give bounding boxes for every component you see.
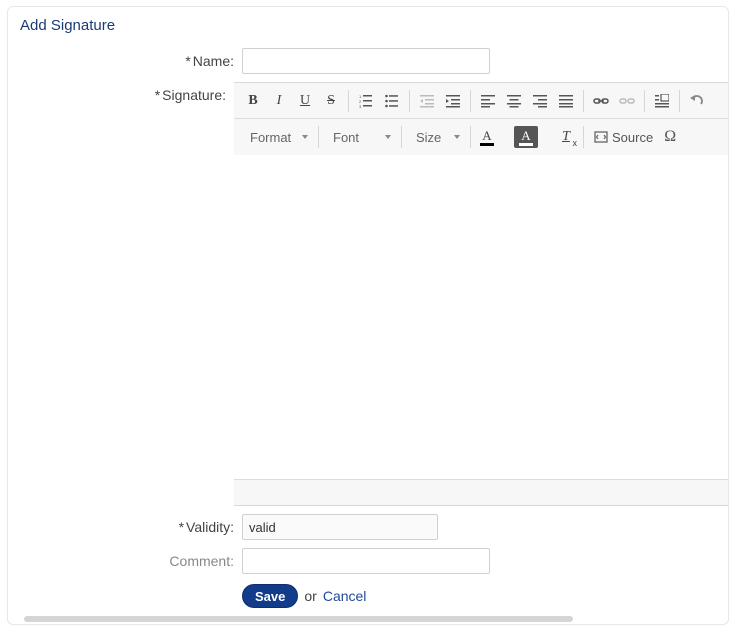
italic-button[interactable]: I <box>266 88 292 114</box>
align-right-icon <box>533 94 547 108</box>
row-name: *Name: <box>8 48 728 74</box>
save-button[interactable]: Save <box>242 584 298 608</box>
align-center-button[interactable] <box>501 88 527 114</box>
validity-input[interactable] <box>242 514 438 540</box>
separator <box>679 90 680 112</box>
size-combo[interactable]: Size <box>406 124 466 150</box>
row-comment: Comment: <box>8 548 728 574</box>
format-combo-label: Format <box>250 130 291 145</box>
strike-button[interactable]: S <box>318 88 344 114</box>
bg-color-button[interactable]: A <box>514 126 541 148</box>
align-justify-button[interactable] <box>553 88 579 114</box>
remove-format-x: x <box>573 138 578 148</box>
name-input[interactable] <box>242 48 490 74</box>
svg-text:3: 3 <box>359 104 362 108</box>
row-actions: Save or Cancel <box>8 582 728 608</box>
separator <box>583 126 584 148</box>
link-button[interactable] <box>588 88 614 114</box>
unlink-button[interactable] <box>614 88 640 114</box>
label-name-text: Name: <box>193 53 234 69</box>
required-mark: * <box>155 87 160 103</box>
label-validity: *Validity: <box>8 514 242 535</box>
horizontal-scrollbar[interactable] <box>16 616 720 624</box>
caret-down-icon <box>454 135 460 139</box>
cancel-link[interactable]: Cancel <box>323 588 367 604</box>
separator <box>583 90 584 112</box>
rich-text-editor: B I U S 123 <box>234 82 728 506</box>
label-name: *Name: <box>8 48 242 69</box>
bold-button[interactable]: B <box>240 88 266 114</box>
undo-button[interactable] <box>684 88 710 114</box>
indent-button[interactable] <box>440 88 466 114</box>
undo-icon <box>689 94 705 108</box>
align-right-button[interactable] <box>527 88 553 114</box>
separator <box>470 126 471 148</box>
outdent-button[interactable] <box>414 88 440 114</box>
caret-down-icon <box>302 135 308 139</box>
label-comment: Comment: <box>8 548 242 569</box>
text-color-icon: A <box>482 129 491 142</box>
unlink-icon <box>619 94 635 108</box>
separator <box>409 90 410 112</box>
editor-toolbar-row-2: Format Font Size <box>234 119 728 155</box>
align-center-icon <box>507 94 521 108</box>
align-left-icon <box>481 94 495 108</box>
editor-toolbar-row-1: B I U S 123 <box>234 83 728 119</box>
source-button[interactable]: Source <box>588 124 659 150</box>
editor-footer <box>234 479 728 505</box>
scrollbar-thumb[interactable] <box>24 616 573 622</box>
source-icon <box>594 130 608 144</box>
size-combo-label: Size <box>416 130 441 145</box>
ordered-list-button[interactable]: 123 <box>353 88 379 114</box>
row-signature: *Signature: B I U S 123 <box>8 82 728 506</box>
image-button[interactable] <box>649 88 675 114</box>
unordered-list-button[interactable] <box>379 88 405 114</box>
font-combo[interactable]: Font <box>323 124 397 150</box>
bg-color-icon: A <box>521 129 530 142</box>
separator <box>470 90 471 112</box>
underline-button[interactable]: U <box>292 88 318 114</box>
outdent-icon <box>420 94 434 108</box>
required-mark: * <box>179 519 184 535</box>
separator <box>644 90 645 112</box>
comment-input[interactable] <box>242 548 490 574</box>
indent-icon <box>446 94 460 108</box>
separator <box>318 126 319 148</box>
special-char-button[interactable]: Ω <box>659 124 681 150</box>
align-left-button[interactable] <box>475 88 501 114</box>
image-icon <box>655 94 669 108</box>
unordered-list-icon <box>385 94 399 108</box>
separator <box>401 126 402 148</box>
font-combo-label: Font <box>333 130 359 145</box>
card-title: Add Signature <box>8 7 728 40</box>
label-validity-text: Validity: <box>186 519 234 535</box>
required-mark: * <box>185 53 190 69</box>
source-label: Source <box>612 130 653 145</box>
or-text: or <box>304 588 316 604</box>
editor-body[interactable] <box>234 155 728 479</box>
link-icon <box>593 94 609 108</box>
ordered-list-icon: 123 <box>359 94 373 108</box>
label-comment-text: Comment: <box>169 553 234 569</box>
label-signature-text: Signature: <box>162 87 226 103</box>
row-validity: *Validity: <box>8 514 728 540</box>
separator <box>348 90 349 112</box>
align-justify-icon <box>559 94 573 108</box>
caret-down-icon <box>385 135 391 139</box>
remove-format-button[interactable]: T x <box>553 124 579 150</box>
text-color-button[interactable]: A <box>475 126 502 148</box>
label-signature: *Signature: <box>8 82 234 103</box>
format-combo[interactable]: Format <box>240 124 314 150</box>
add-signature-card: Add Signature *Name: *Signature: B I U S <box>7 6 729 625</box>
